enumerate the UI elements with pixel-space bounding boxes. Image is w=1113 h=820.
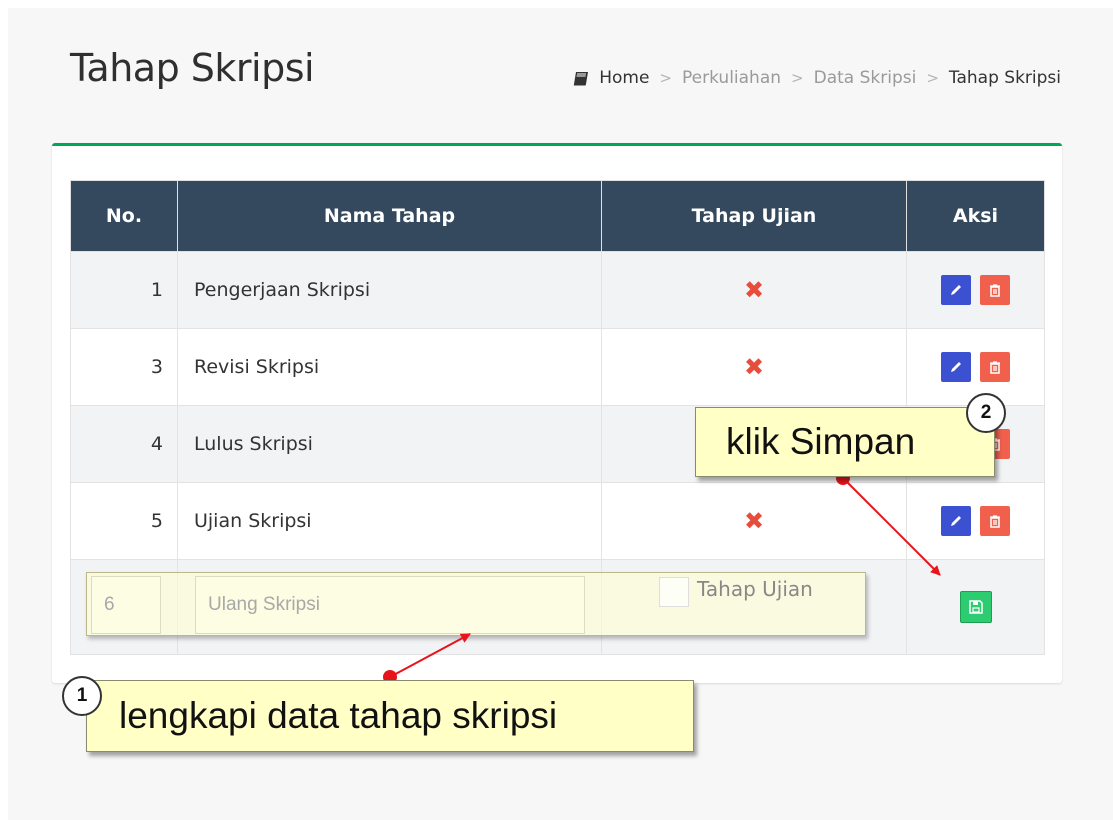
- column-header-aksi: Aksi: [906, 180, 1045, 252]
- breadcrumb-separator: >: [926, 69, 939, 87]
- cell-name: Ujian Skripsi: [177, 482, 602, 560]
- cell-no: 1: [70, 251, 178, 329]
- breadcrumb-separator: >: [791, 69, 804, 87]
- cell-aksi: [906, 251, 1045, 329]
- callout-text: lengkapi data tahap skripsi: [119, 695, 558, 736]
- table-header-row: No. Nama Tahap Tahap Ujian Aksi: [70, 180, 1045, 252]
- cell-no: 5: [70, 482, 178, 560]
- tahap-ujian-checkbox[interactable]: [659, 577, 689, 607]
- column-header-nama-tahap: Nama Tahap: [177, 180, 602, 252]
- trash-icon: [989, 284, 1000, 297]
- breadcrumb-home[interactable]: Home: [573, 68, 649, 88]
- trash-icon: [989, 361, 1000, 374]
- tahap-ujian-checkbox-label: Tahap Ujian: [697, 577, 813, 601]
- breadcrumb-current: Tahap Skripsi: [948, 68, 1061, 88]
- cell-aksi: [906, 559, 1045, 655]
- cell-ujian: ✖: [601, 328, 907, 406]
- breadcrumb-separator: >: [659, 69, 672, 87]
- edit-button[interactable]: [941, 352, 972, 382]
- trash-icon: [989, 515, 1000, 528]
- nama-tahap-input[interactable]: Ulang Skripsi: [195, 576, 585, 634]
- delete-button[interactable]: [979, 352, 1010, 382]
- cell-aksi: [906, 482, 1045, 560]
- new-entry-form: 6 Ulang Skripsi Tahap Ujian: [86, 572, 866, 636]
- breadcrumb-data-skripsi[interactable]: Data Skripsi: [814, 68, 917, 88]
- cell-name: Revisi Skripsi: [177, 328, 602, 406]
- table-row: 3 Revisi Skripsi ✖: [70, 328, 1045, 406]
- cell-name: Lulus Skripsi: [177, 405, 602, 483]
- column-header-no: No.: [70, 180, 178, 252]
- cell-no: 4: [70, 405, 178, 483]
- cell-name: Pengerjaan Skripsi: [177, 251, 602, 329]
- pencil-icon: [951, 516, 962, 526]
- delete-button[interactable]: [979, 275, 1010, 305]
- step-number-badge: 2: [966, 393, 1006, 433]
- breadcrumb-home-label: Home: [599, 68, 650, 88]
- cell-aksi: [906, 328, 1045, 406]
- table-row: 5 Ujian Skripsi ✖: [70, 482, 1045, 560]
- edit-button[interactable]: [941, 506, 972, 536]
- column-header-tahap-ujian: Tahap Ujian: [601, 180, 907, 252]
- book-icon: [574, 71, 589, 85]
- x-mark-icon: ✖: [743, 353, 765, 381]
- edit-button[interactable]: [941, 275, 972, 305]
- no-input[interactable]: 6: [91, 576, 161, 634]
- cell-no: 3: [70, 328, 178, 406]
- floppy-disk-icon: [968, 600, 983, 614]
- table-row: 1 Pengerjaan Skripsi ✖: [70, 251, 1045, 329]
- breadcrumb: Home > Perkuliahan > Data Skripsi > Taha…: [573, 68, 1061, 88]
- callout-text: klik Simpan: [726, 421, 916, 462]
- pencil-icon: [951, 285, 962, 295]
- cell-ujian: ✖: [601, 482, 907, 560]
- cell-ujian: ✖: [601, 251, 907, 329]
- callout-klik-simpan: klik Simpan: [695, 407, 995, 477]
- callout-lengkapi-data: lengkapi data tahap skripsi: [86, 680, 694, 752]
- x-mark-icon: ✖: [743, 507, 765, 535]
- delete-button[interactable]: [979, 506, 1010, 536]
- x-mark-icon: ✖: [743, 276, 765, 304]
- save-button[interactable]: [959, 591, 992, 623]
- tahap-ujian-checkbox-group: Tahap Ujian: [659, 577, 813, 607]
- breadcrumb-perkuliahan[interactable]: Perkuliahan: [682, 68, 781, 88]
- step-number-badge: 1: [62, 676, 102, 716]
- pencil-icon: [951, 362, 962, 372]
- page-title: Tahap Skripsi: [70, 46, 315, 90]
